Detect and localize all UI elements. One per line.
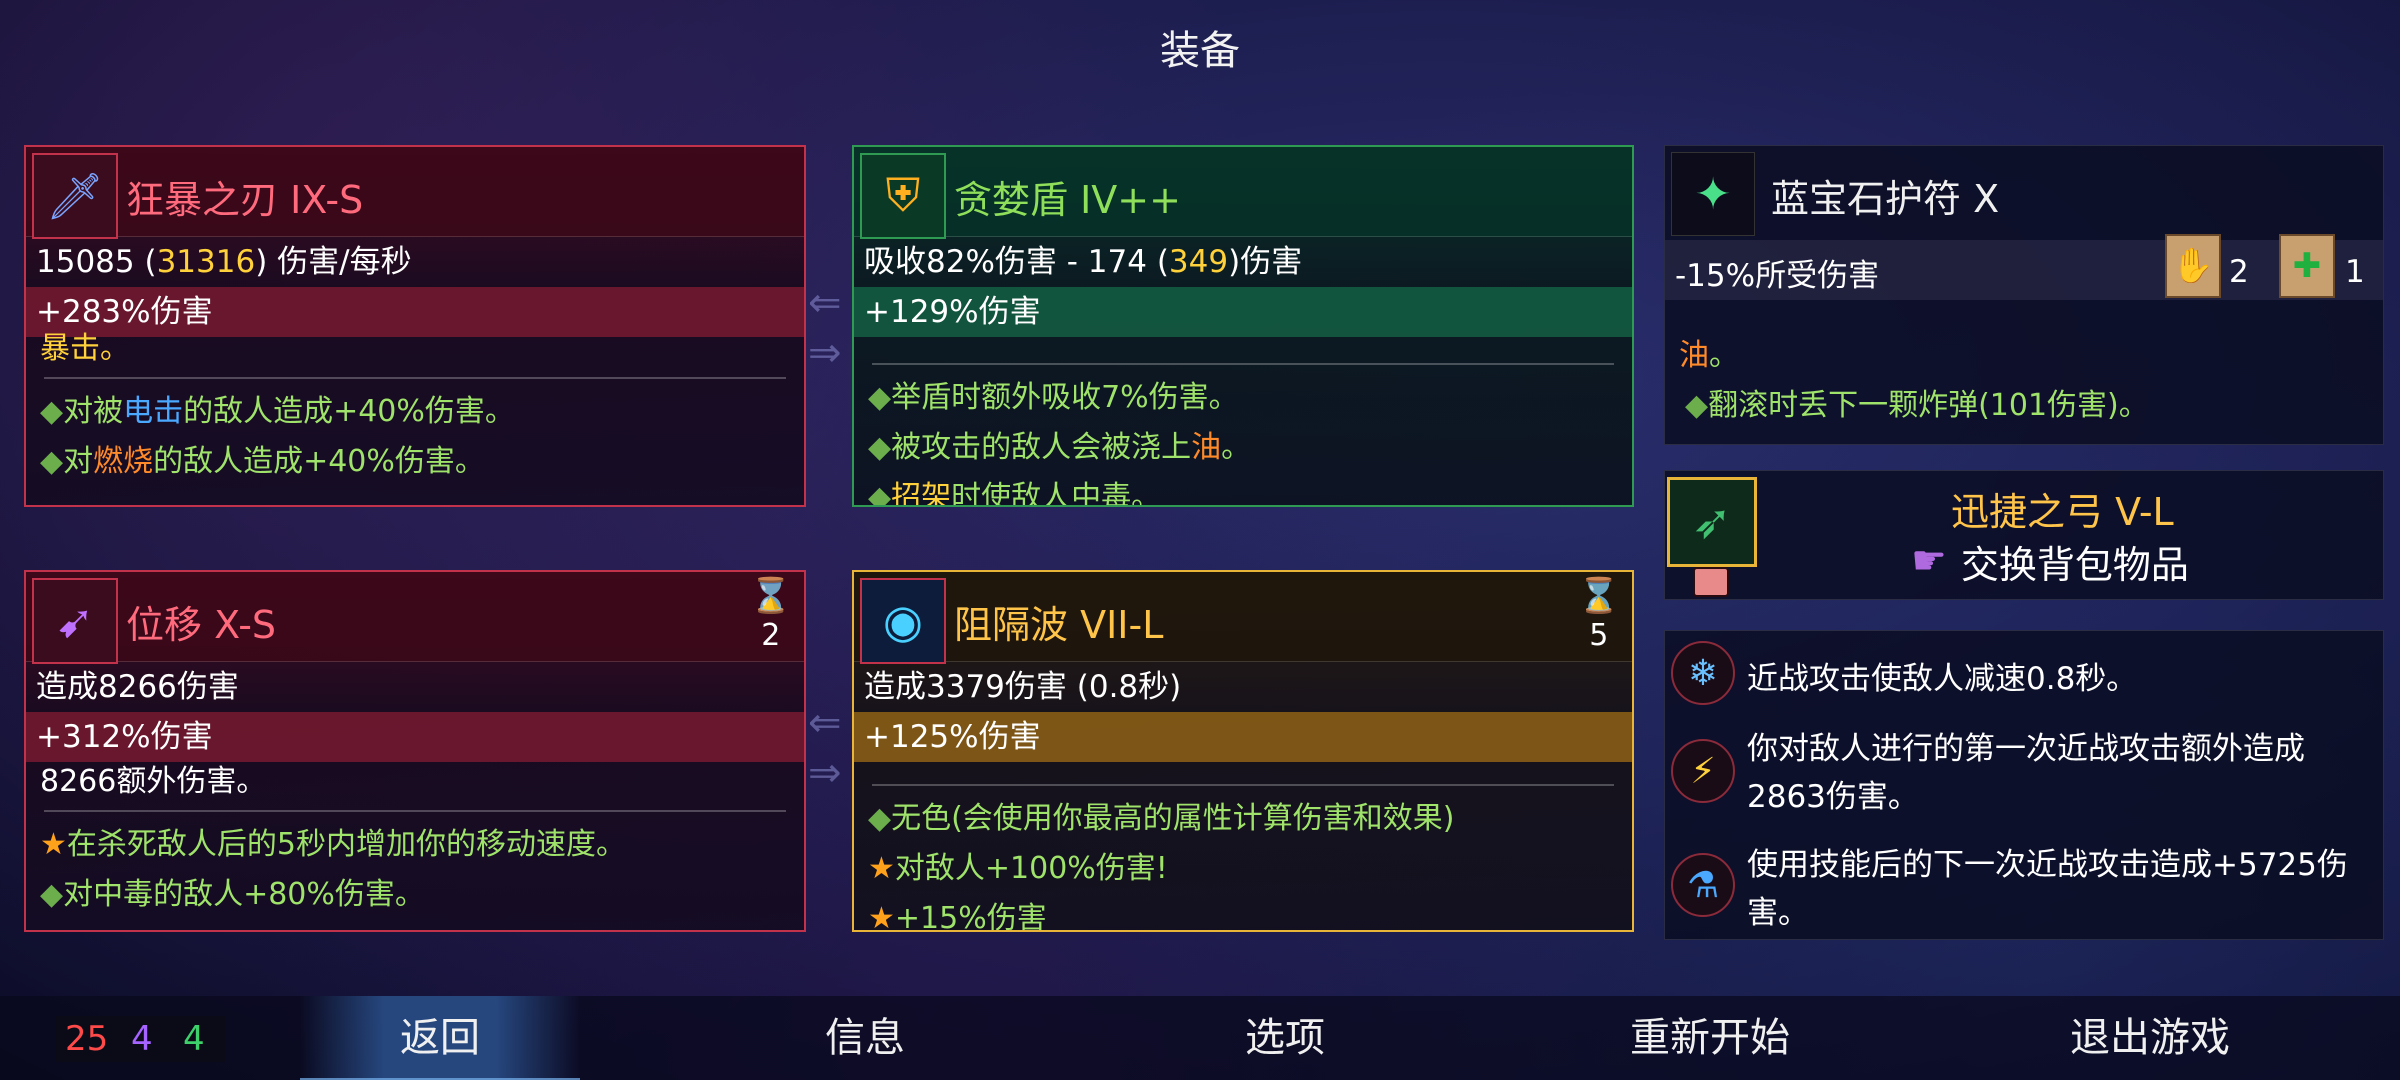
page-title: 装备	[1160, 28, 1240, 74]
cooldown-value: 5	[1589, 618, 1609, 653]
restart-button[interactable]: 重新开始	[1590, 996, 1830, 1080]
mutation-text: 近战攻击使敌人减速0.8秒。	[1747, 661, 2138, 697]
amulet-affix: ◆翻滚时丢下一颗炸弹(101伤害)。	[1685, 388, 2149, 423]
scroll-red-count: 2	[2229, 254, 2249, 290]
hourglass-icon: ⌛ 5	[1577, 576, 1620, 653]
swap-arrow-right[interactable]: ⇒	[808, 330, 842, 376]
shield-affix-2: ◆被攻击的敌人会被浇上油。	[868, 430, 1252, 465]
back-button[interactable]: 返回	[300, 996, 580, 1080]
lightning-icon: ⚡	[1671, 739, 1735, 803]
scroll-red-icon: ✋	[2165, 234, 2221, 298]
shield-icon: ⛨	[860, 153, 946, 239]
shield-stat: 吸收82%伤害 - 174 (349)伤害	[864, 244, 1303, 280]
divider	[44, 810, 786, 812]
swap-arrow-left[interactable]: ⇐	[808, 280, 842, 326]
shield-bonus: +129%伤害	[854, 287, 1632, 337]
sword-icon: 🗡	[32, 153, 118, 239]
backpack-panel[interactable]: ➶ 迅捷之弓 V-L ☛ 交换背包物品	[1664, 470, 2384, 600]
skill-name: 阻隔波 VII-L	[954, 603, 1164, 647]
amulet-panel[interactable]: ✦ 蓝宝石护符 X -15%所受伤害 ✋ 2 ✚ 1 油。 ◆翻滚时丢下一颗炸弹…	[1664, 145, 2384, 445]
swap-arrow-left[interactable]: ⇐	[808, 700, 842, 746]
divider	[44, 377, 786, 379]
amulet-icon: ✦	[1671, 152, 1755, 236]
info-button[interactable]: 信息	[760, 996, 970, 1080]
shield-card-header: ⛨ 贪婪盾 IV++	[854, 147, 1632, 239]
divider	[872, 784, 1614, 786]
cooldown-value: 2	[761, 618, 781, 653]
scroll-green-icon: ✚	[2279, 234, 2335, 298]
mutation-text: 你对敌人进行的第一次近战攻击额外造成2863伤害。	[1747, 731, 2305, 815]
skill-bonus: +125%伤害	[854, 712, 1632, 762]
shield-name: 贪婪盾 IV++	[954, 178, 1181, 222]
weapon-card-header: 🗡 狂暴之刃 IX-S	[26, 147, 804, 239]
bow-icon: ➶	[1667, 477, 1757, 567]
weapon-card-primary[interactable]: 🗡 狂暴之刃 IX-S 15085 (31316) 伤害/每秒 +283%伤害 …	[24, 145, 806, 507]
survival-count: 4	[183, 1019, 205, 1059]
weapon-affix-2: ◆对燃烧的敌人造成+40%伤害。	[40, 444, 485, 479]
tactics-count: 4	[131, 1019, 153, 1059]
skill-affix-2: ◆对中毒的敌人+80%伤害。	[40, 877, 425, 912]
wave-icon: ◉	[860, 578, 946, 664]
mutation-text: 使用技能后的下一次近战攻击造成+5725伤害。	[1747, 847, 2348, 931]
footer-bar: 返回 信息 选项 重新开始 退出游戏	[0, 996, 2400, 1080]
skill-bonus: +312%伤害	[26, 712, 804, 762]
weapon-name: 狂暴之刃 IX-S	[126, 178, 364, 222]
amulet-stat-row: -15%所受伤害 ✋ 2 ✚ 1	[1665, 234, 2383, 300]
shield-affix-3: ◆招架时使敌人中毒。	[868, 480, 1162, 507]
amulet-overflow: 油。	[1679, 338, 1739, 373]
hourglass-icon: ⌛ 2	[749, 576, 792, 653]
shield-affix-1: ◆举盾时额外吸收7%伤害。	[868, 380, 1239, 415]
skill-card-header: ◉ 阻隔波 VII-L ⌛ 5	[854, 572, 1632, 664]
options-button[interactable]: 选项	[1180, 996, 1390, 1080]
skill-affix-2: ★对敌人+100%伤害!	[868, 851, 1168, 886]
brutality-count: 25	[65, 1019, 109, 1059]
scroll-green-count: 1	[2345, 254, 2365, 290]
swap-arrow-right[interactable]: ⇒	[808, 750, 842, 796]
potion-icon: ⚗	[1671, 853, 1735, 917]
mutation-row[interactable]: ❄ 近战攻击使敌人减速0.8秒。	[1665, 639, 2383, 705]
quit-button[interactable]: 退出游戏	[2030, 996, 2270, 1080]
weapon-card-secondary[interactable]: ⛨ 贪婪盾 IV++ 吸收82%伤害 - 174 (349)伤害 +129%伤害…	[852, 145, 1634, 507]
backpack-head-icon	[1693, 567, 1729, 597]
skill-card-header: ➹ 位移 X-S ⌛ 2	[26, 572, 804, 664]
dash-icon: ➹	[32, 578, 118, 664]
slow-icon: ❄	[1671, 641, 1735, 705]
skill-stat: 造成3379伤害 (0.8秒)	[864, 669, 1182, 705]
skill-stat: 造成8266伤害	[36, 669, 239, 705]
divider	[872, 363, 1614, 365]
weapon-affix-1: ◆对被电击的敌人造成+40%伤害。	[40, 394, 515, 429]
scroll-stats: 25 4 4	[55, 1016, 225, 1062]
swap-backpack-button[interactable]: ☛ 交换背包物品	[1911, 533, 2189, 589]
backpack-item-name: 迅捷之弓 V-L	[1951, 490, 2174, 534]
swap-backpack-label: 交换背包物品	[1960, 542, 2189, 587]
skill-name: 位移 X-S	[126, 603, 277, 647]
mutation-row[interactable]: ⚡ 你对敌人进行的第一次近战攻击额外造成2863伤害。	[1665, 725, 2383, 825]
weapon-dps: 15085 (31316) 伤害/每秒	[36, 244, 412, 280]
skill-affix-1: ★在杀死敌人后的5秒内增加你的移动速度。	[40, 827, 626, 862]
touch-hand-icon: ☛	[1911, 538, 1947, 584]
skill-card-secondary[interactable]: ◉ 阻隔波 VII-L ⌛ 5 造成3379伤害 (0.8秒) +125%伤害 ◆…	[852, 570, 1634, 932]
amulet-stat: -15%所受伤害	[1675, 258, 1880, 294]
skill-overflow: 8266额外伤害。	[40, 764, 267, 799]
mutations-panel: ❄ 近战攻击使敌人减速0.8秒。 ⚡ 你对敌人进行的第一次近战攻击额外造成286…	[1664, 630, 2384, 940]
skill-affix-1: ◆无色(会使用你最高的属性计算伤害和效果)	[868, 801, 1455, 836]
skill-card-primary[interactable]: ➹ 位移 X-S ⌛ 2 造成8266伤害 +312%伤害 8266额外伤害。 ★…	[24, 570, 806, 932]
amulet-name: 蓝宝石护符 X	[1771, 177, 2000, 221]
mutation-row[interactable]: ⚗ 使用技能后的下一次近战攻击造成+5725伤害。	[1665, 841, 2383, 941]
skill-affix-3: ★+15%伤害	[868, 901, 1047, 932]
